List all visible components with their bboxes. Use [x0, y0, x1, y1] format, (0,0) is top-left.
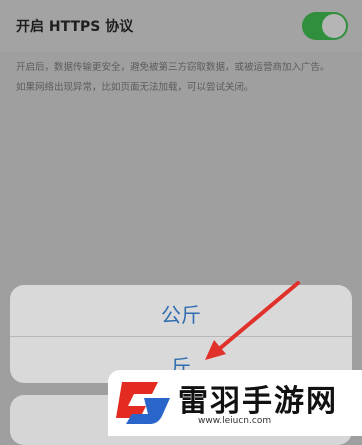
site-logo-icon — [116, 382, 170, 424]
watermark-url: www.leiucn.com — [198, 416, 272, 426]
watermark: 雷羽手游网 www.leiucn.com — [108, 370, 362, 436]
watermark-title: 雷羽手游网 — [178, 384, 338, 419]
